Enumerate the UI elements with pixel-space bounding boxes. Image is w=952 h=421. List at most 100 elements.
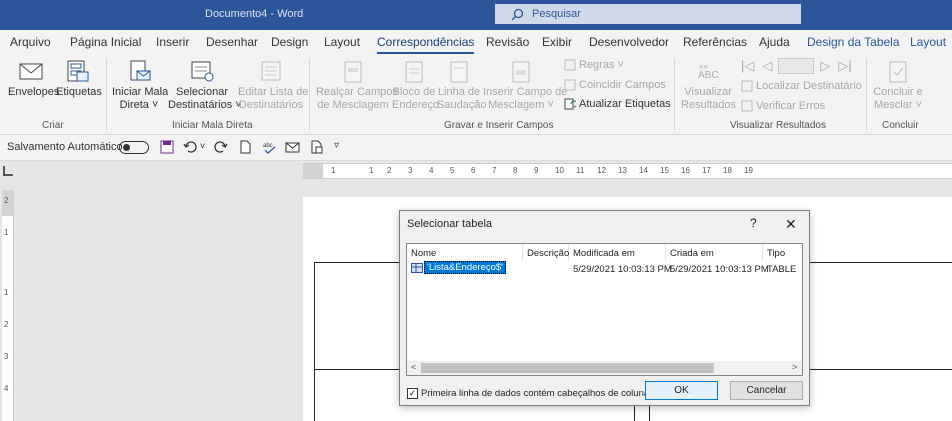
selecionar-destinatarios-button[interactable]: Selecionar Destinatários ˅: [168, 60, 242, 112]
resultados-label: Resultados: [681, 99, 737, 111]
first-record-icon[interactable]: |◁: [741, 58, 754, 74]
mesclar-label: Mesclar: [874, 99, 913, 111]
group-label-concluir: Concluir: [882, 120, 919, 131]
ruler-number: 3: [408, 166, 413, 175]
cancel-button[interactable]: Cancelar: [730, 381, 803, 400]
coincidir-campos-button[interactable]: Coincidir Campos: [564, 79, 666, 91]
atualizar-label: Atualizar Etiquetas: [579, 98, 671, 110]
group-separator: [866, 58, 867, 130]
header-row-checkbox[interactable]: ✓: [407, 388, 418, 399]
tab-design[interactable]: Design: [271, 35, 308, 49]
insert-field-icon: [512, 61, 530, 83]
next-record-icon[interactable]: ▷: [820, 58, 830, 74]
column-header-nome[interactable]: Nome: [407, 244, 523, 261]
tab-correspondencias[interactable]: Correspondências: [377, 35, 475, 54]
tab-inserir[interactable]: Inserir: [156, 35, 189, 49]
inserir-campo-button[interactable]: Inserir Campo de Mesclagem ˅: [483, 60, 567, 112]
ruler-number: 12: [597, 166, 606, 175]
de-mesclagem-label: de Mesclagem: [317, 99, 389, 111]
finish-merge-icon: [889, 61, 907, 83]
horizontal-scrollbar[interactable]: < >: [407, 361, 802, 375]
table-icon: [411, 262, 423, 273]
match-fields-icon: [564, 79, 576, 91]
scrollbar-thumb[interactable]: [421, 363, 714, 373]
ok-button[interactable]: OK: [645, 381, 718, 400]
ruler-number: 4: [429, 166, 434, 175]
ribbon-tabs: Arquivo Página Inicial Inserir Desenhar …: [0, 30, 952, 54]
tab-revisao[interactable]: Revisão: [486, 35, 529, 49]
undo-icon[interactable]: [183, 140, 197, 154]
customize-toolbar-icon[interactable]: ▿: [334, 140, 339, 151]
etiquetas-label: Etiquetas: [56, 86, 102, 98]
tab-desenhar[interactable]: Desenhar: [206, 35, 258, 49]
header-row-checkbox-row[interactable]: ✓ Primeira linha de dados contém cabeçal…: [407, 388, 649, 399]
column-header-modificada[interactable]: Modificada em: [569, 244, 666, 261]
group-label-criar: Criar: [42, 120, 64, 131]
table-row[interactable]: 'Lista&Endereço$': [411, 261, 506, 274]
rules-icon: [564, 59, 576, 71]
editar-lista-button[interactable]: Editar Lista de Destinatários: [238, 60, 308, 112]
bloco-endereco-button[interactable]: Bloco de Endereço: [392, 60, 440, 112]
record-navigator: |◁ ◁ ▷ ▷|: [741, 58, 852, 74]
tab-layout-tabela[interactable]: Layout: [910, 35, 946, 49]
autosave-toggle[interactable]: [119, 141, 149, 154]
ruler-number: 9: [534, 166, 539, 175]
linha-label: Linha de: [437, 86, 481, 98]
tab-ajuda[interactable]: Ajuda: [759, 35, 790, 49]
ruler-number: 19: [744, 166, 753, 175]
record-number-input[interactable]: [778, 58, 815, 74]
column-header-criada[interactable]: Criada em: [666, 244, 763, 261]
tab-referencias[interactable]: Referências: [683, 35, 747, 49]
column-header-tipo[interactable]: Tipo: [763, 244, 804, 261]
tab-pagina-inicial[interactable]: Página Inicial: [70, 35, 141, 49]
svg-text:ABC: ABC: [698, 70, 719, 81]
table-border: [314, 262, 315, 421]
search-box[interactable]: Pesquisar: [495, 4, 801, 24]
concluir-mesclar-button[interactable]: Concluir e Mesclar ˅: [872, 60, 924, 112]
redo-icon[interactable]: [214, 140, 228, 154]
new-document-icon[interactable]: [238, 140, 252, 154]
visualizar-resultados-button[interactable]: ABC «» Visualizar Resultados: [681, 60, 737, 112]
etiquetas-button[interactable]: Etiquetas: [56, 60, 102, 99]
find-recipient-icon: [741, 80, 753, 92]
group-separator: [674, 58, 675, 130]
document-label-icon[interactable]: [310, 140, 324, 154]
tab-design-da-tabela[interactable]: Design da Tabela: [807, 35, 900, 49]
check-errors-icon: [741, 100, 753, 112]
vertical-ruler[interactable]: 2 1 1 2 3 4: [2, 190, 14, 421]
realcar-campos-button[interactable]: Realçar Campos de Mesclagem: [316, 60, 398, 112]
last-record-icon[interactable]: ▷|: [838, 58, 851, 74]
tab-exibir[interactable]: Exibir: [542, 35, 572, 49]
envelope-icon: [19, 63, 43, 80]
column-header-descricao[interactable]: Descrição: [523, 244, 569, 261]
tab-desenvolvedor[interactable]: Desenvolvedor: [589, 35, 669, 49]
regras-button[interactable]: Regras ˅: [564, 59, 624, 71]
tab-arquivo[interactable]: Arquivo: [10, 35, 51, 49]
ruler-number: 1: [4, 288, 9, 297]
tab-layout[interactable]: Layout: [324, 35, 360, 49]
envelopes-button[interactable]: Envelopes: [8, 60, 59, 99]
table-list[interactable]: Nome Descrição Modificada em Criada em T…: [406, 243, 803, 376]
iniciar-mala-direta-button[interactable]: Iniciar Mala Direta ˅: [112, 60, 168, 112]
undo-dropdown-icon[interactable]: ˅: [200, 141, 205, 151]
inserir-campo-label: Inserir Campo de: [483, 86, 568, 98]
save-icon[interactable]: [160, 140, 174, 154]
svg-text:«»: «»: [699, 62, 708, 71]
ruler-number: 10: [555, 166, 564, 175]
help-button[interactable]: ?: [750, 216, 757, 230]
localizar-destinatario-button[interactable]: Localizar Destinatário: [741, 80, 862, 92]
horizontal-ruler[interactable]: 1 1 2 3 4 5 6 7 8 9 10 11 12 13 14 15 16…: [303, 163, 952, 179]
tab-selector[interactable]: [3, 166, 13, 176]
spelling-icon[interactable]: abc: [262, 140, 278, 154]
previous-record-icon[interactable]: ◁: [762, 58, 772, 74]
scroll-left-icon[interactable]: <: [411, 362, 416, 372]
linha-saudacao-button[interactable]: Linha de Saudação: [437, 60, 487, 112]
close-icon[interactable]: ✕: [785, 216, 797, 233]
group-separator: [106, 58, 107, 130]
endereco-label: Endereço: [392, 99, 440, 111]
verificar-erros-button[interactable]: Verificar Erros: [741, 100, 825, 112]
atualizar-etiquetas-button[interactable]: Atualizar Etiquetas: [564, 98, 671, 110]
type-cell: TABLE: [767, 264, 797, 275]
email-check-icon[interactable]: [285, 140, 301, 154]
scroll-right-icon[interactable]: >: [792, 362, 797, 372]
